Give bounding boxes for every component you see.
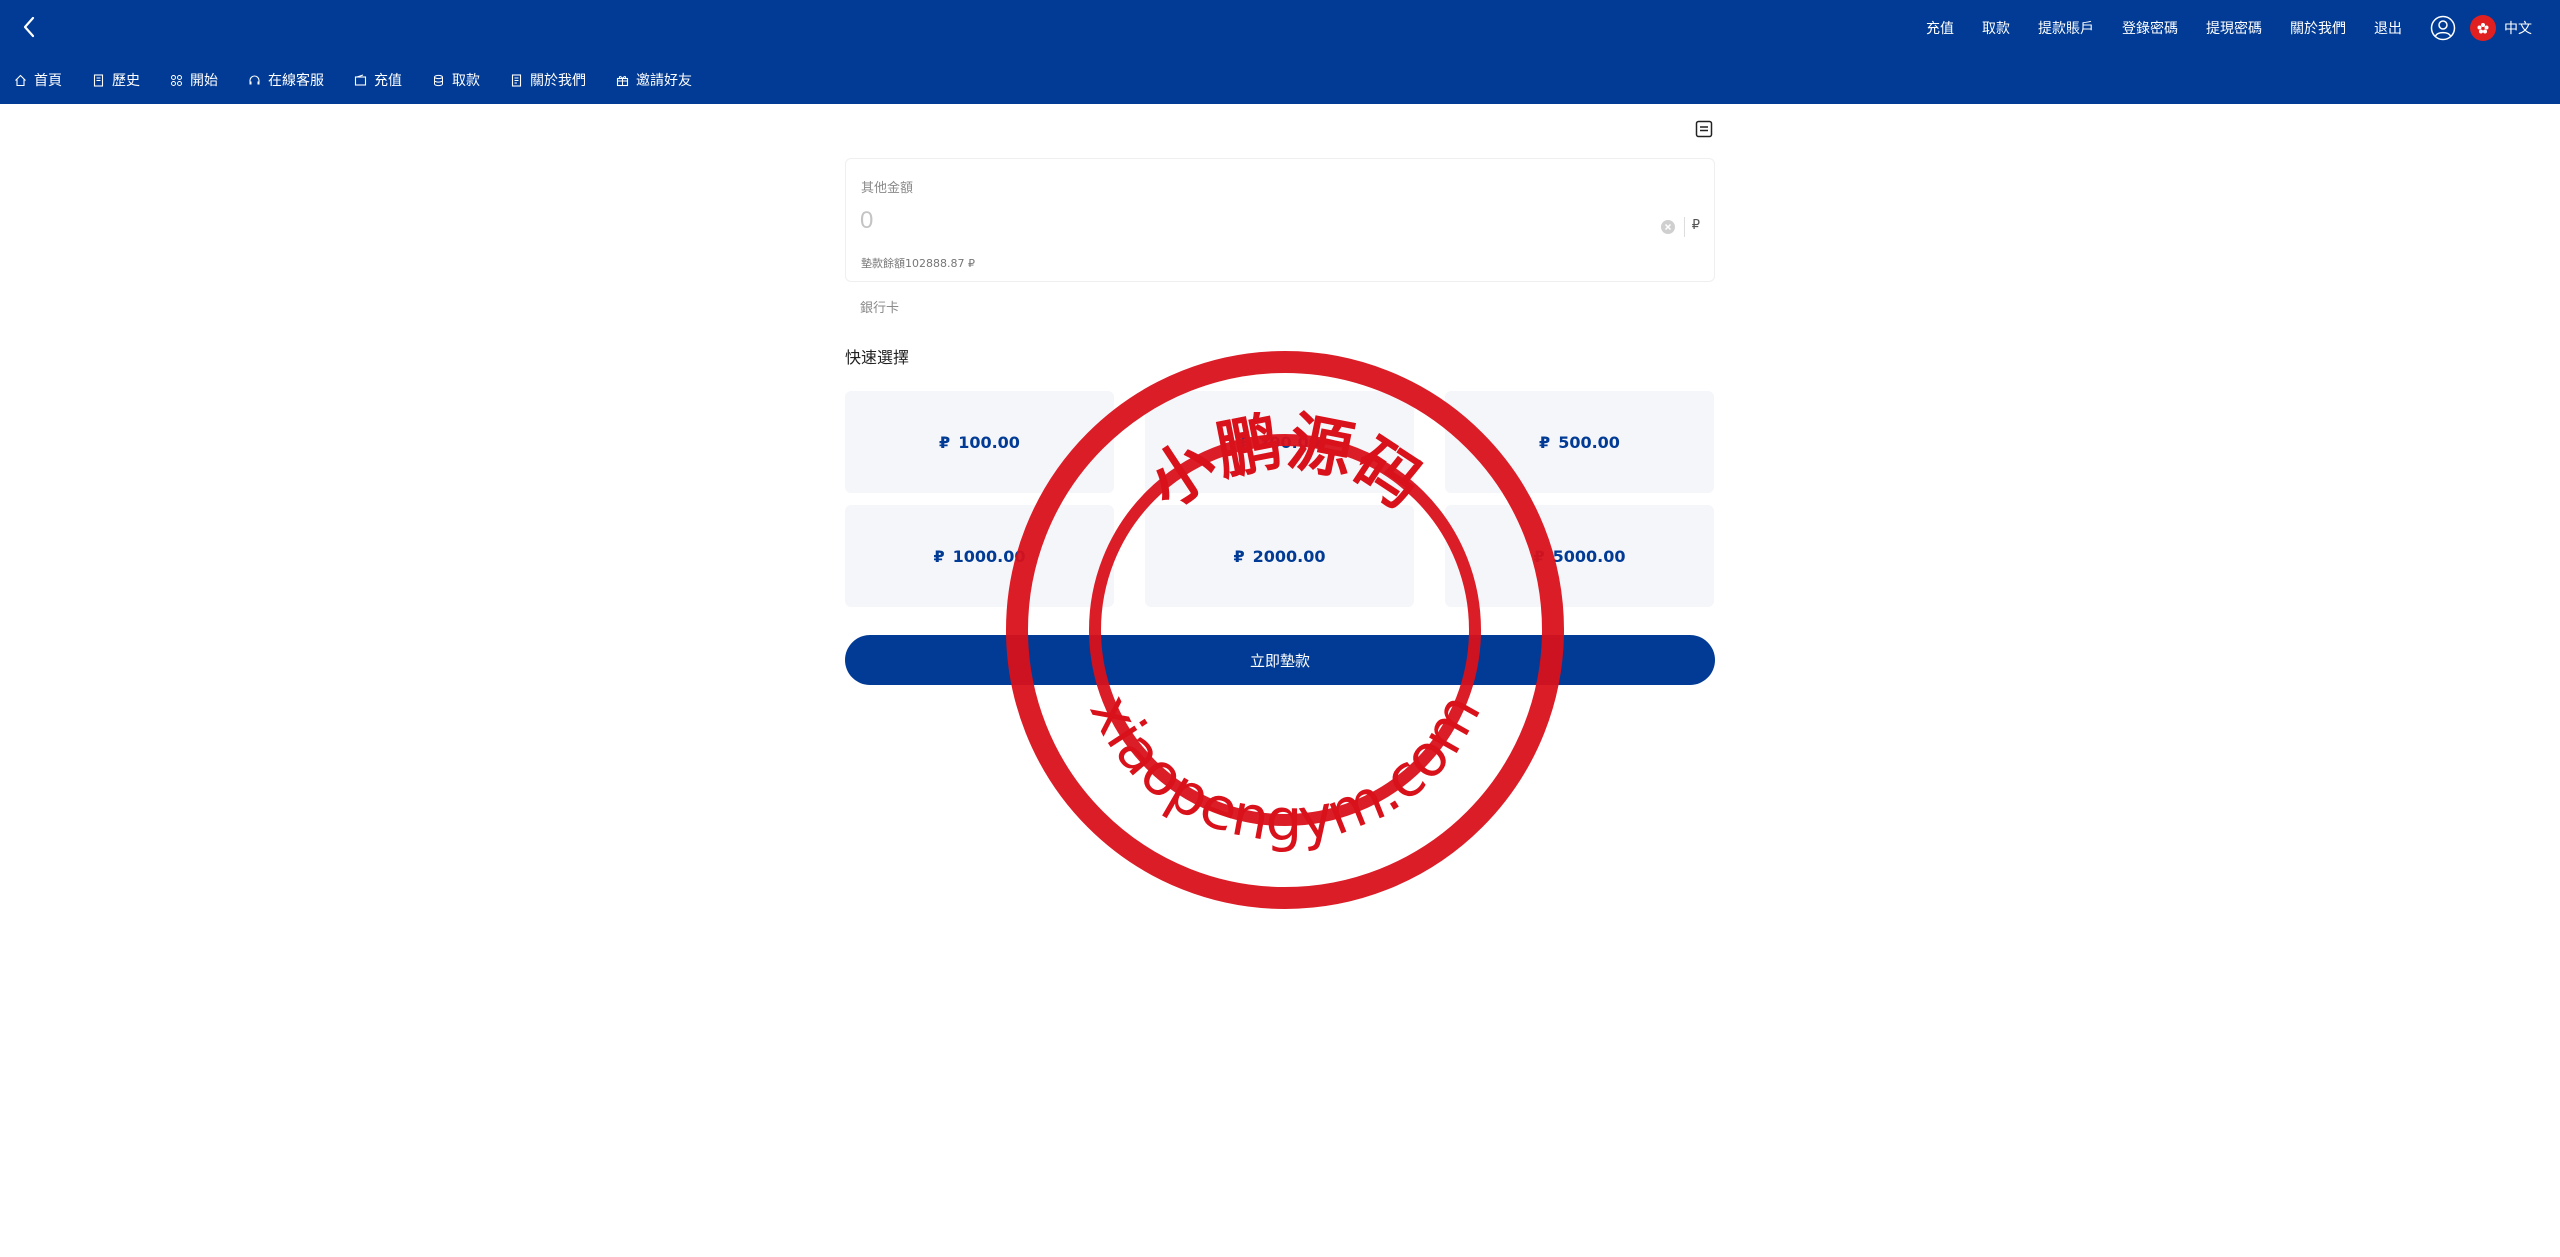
gift-icon xyxy=(616,75,629,86)
quick-select-title: 快速選擇 xyxy=(845,348,910,367)
quick-amount-option[interactable]: ₽1000.00 xyxy=(845,505,1114,607)
sub-nav-home[interactable]: 首頁 xyxy=(14,70,62,90)
currency-symbol: ₽ xyxy=(939,432,951,452)
amount-input[interactable] xyxy=(860,201,1620,241)
quick-amount-option[interactable]: ₽500.00 xyxy=(1445,391,1714,493)
sub-nav-withdraw[interactable]: 取款 xyxy=(432,70,480,90)
sub-nav-invite-label: 邀請好友 xyxy=(636,73,692,89)
currency-symbol: ₽ xyxy=(1233,546,1245,566)
language-switcher[interactable]: 中文 xyxy=(2470,15,2532,41)
sub-nav-withdraw-label: 取款 xyxy=(452,73,480,89)
top-link-logout[interactable]: 退出 xyxy=(2374,18,2402,38)
chevron-left-icon xyxy=(23,16,35,38)
language-label: 中文 xyxy=(2504,21,2532,37)
amount-label: 其他金額 xyxy=(861,181,914,196)
clear-icon[interactable] xyxy=(1660,219,1676,235)
top-link-withdraw-password[interactable]: 提現密碼 xyxy=(2206,18,2262,38)
home-icon xyxy=(15,74,26,86)
top-link-login-password[interactable]: 登錄密碼 xyxy=(2122,18,2178,38)
coins-icon xyxy=(434,74,443,86)
quick-amount-option[interactable]: ₽5000.00 xyxy=(1445,505,1714,607)
sub-nav-start-label: 開始 xyxy=(190,73,218,89)
unit-divider xyxy=(1684,217,1685,237)
app-header: 充值 取款 提款賬戶 登錄密碼 提現密碼 關於我們 退出 中文 首頁 歷史 開始 xyxy=(0,0,2560,104)
quick-amount-option[interactable]: ₽100.00 xyxy=(845,391,1114,493)
top-link-recharge[interactable]: 充值 xyxy=(1926,18,1954,38)
deposit-now-button[interactable]: 立即墊款 xyxy=(845,635,1715,685)
sub-nav-about[interactable]: 關於我們 xyxy=(510,70,586,90)
top-nav: 充值 取款 提款賬戶 登錄密碼 提現密碼 關於我們 退出 中文 xyxy=(1898,10,2532,46)
quick-amount-value: 500.00 xyxy=(1558,432,1620,452)
sub-nav-recharge-label: 充值 xyxy=(374,73,402,89)
grid-icon xyxy=(171,74,182,86)
quick-amount-value: 2000.00 xyxy=(1252,546,1326,566)
currency-symbol: ₽ xyxy=(1533,546,1545,566)
sub-nav-invite[interactable]: 邀請好友 xyxy=(616,70,692,90)
currency-symbol: ₽ xyxy=(1539,432,1551,452)
top-link-withdraw-account[interactable]: 提款賬戶 xyxy=(2038,18,2094,38)
currency-symbol: ₽ xyxy=(1239,432,1251,452)
records-button[interactable] xyxy=(1693,118,1715,140)
info-doc-icon xyxy=(511,73,522,87)
sub-nav-support-label: 在線客服 xyxy=(268,73,324,89)
user-icon[interactable] xyxy=(2430,15,2456,41)
wallet-icon xyxy=(354,74,367,86)
sub-nav-history-label: 歷史 xyxy=(112,73,140,89)
list-document-icon xyxy=(1695,120,1713,138)
document-icon xyxy=(93,73,104,87)
sub-nav: 首頁 歷史 開始 在線客服 充值 取款 關於我們 邀請好友 xyxy=(14,66,722,94)
quick-amount-grid: ₽100.00 ₽200.00 ₽500.00 ₽1000.00 ₽2000.0… xyxy=(845,391,1715,607)
top-link-about[interactable]: 關於我們 xyxy=(2290,18,2346,38)
sub-nav-start[interactable]: 開始 xyxy=(170,70,218,90)
balance-text: 墊款餘額102888.87 ₽ xyxy=(861,257,975,270)
quick-amount-value: 200.00 xyxy=(1258,432,1320,452)
quick-amount-value: 100.00 xyxy=(958,432,1020,452)
sub-nav-history[interactable]: 歷史 xyxy=(92,70,140,90)
top-link-withdraw[interactable]: 取款 xyxy=(1982,18,2010,38)
currency-unit: ₽ xyxy=(1691,218,1700,233)
headset-icon xyxy=(249,74,260,84)
back-button[interactable] xyxy=(14,12,44,42)
watermark-bottom-text: xiaopengym.com xyxy=(1077,682,1494,854)
currency-symbol: ₽ xyxy=(933,546,945,566)
bank-card-selector[interactable]: 銀行卡 xyxy=(860,297,899,316)
quick-amount-option[interactable]: ₽2000.00 xyxy=(1145,505,1414,607)
amount-card: 其他金額 ₽ 墊款餘額102888.87 ₽ xyxy=(845,158,1715,282)
sub-nav-about-label: 關於我們 xyxy=(530,73,586,89)
hongkong-flag-icon xyxy=(2470,15,2496,41)
sub-nav-support[interactable]: 在線客服 xyxy=(248,70,324,90)
quick-amount-option[interactable]: ₽200.00 xyxy=(1145,391,1414,493)
quick-amount-value: 5000.00 xyxy=(1552,546,1626,566)
sub-nav-recharge[interactable]: 充值 xyxy=(354,70,402,90)
quick-amount-value: 1000.00 xyxy=(952,546,1026,566)
sub-nav-home-label: 首頁 xyxy=(34,73,62,89)
